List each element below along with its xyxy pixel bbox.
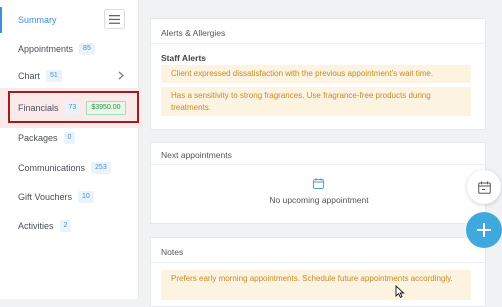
count-badge: 0 xyxy=(63,132,76,144)
sidebar-item-label: Gift Vouchers xyxy=(18,192,73,202)
alert-item: Has a sensitivity to strong fragrances. … xyxy=(161,87,471,116)
hamburger-icon xyxy=(109,14,120,24)
next-appointments-card: Next appointments No upcoming appointmen… xyxy=(150,142,486,224)
calendar-icon xyxy=(477,181,491,194)
calendar-icon xyxy=(313,178,324,189)
count-badge: 51 xyxy=(46,70,62,82)
sidebar-item-activities[interactable]: Activities 2 xyxy=(0,213,138,239)
plus-icon xyxy=(477,223,491,237)
divider xyxy=(151,43,485,44)
selection-outline xyxy=(8,91,139,123)
sidebar-item-label: Activities xyxy=(18,221,54,231)
sidebar-item-label: Communications xyxy=(18,163,86,173)
count-badge: 10 xyxy=(78,191,94,203)
alert-item: Client expressed dissatisfaction with th… xyxy=(161,65,471,83)
sidebar-item-label: Appointments xyxy=(18,44,74,54)
sidebar-item-appointments[interactable]: Appointments 85 xyxy=(0,36,138,62)
calendar-action-button[interactable] xyxy=(467,170,501,204)
sidebar-item-gift-vouchers[interactable]: Gift Vouchers 10 xyxy=(0,184,138,210)
notes-card: Notes Prefers early morning appointments… xyxy=(150,237,486,307)
mouse-cursor-icon xyxy=(395,285,405,298)
count-badge: 2 xyxy=(59,220,72,232)
sidebar-item-label: Chart xyxy=(18,71,41,81)
sidebar-item-packages[interactable]: Packages 0 xyxy=(0,125,138,151)
card-title: Notes xyxy=(161,247,184,257)
sidebar-item-label: Packages xyxy=(18,133,58,143)
card-title: Alerts & Allergies xyxy=(161,28,226,38)
sidebar-item-communications[interactable]: Communications 253 xyxy=(0,155,138,181)
divider xyxy=(151,164,485,165)
add-button[interactable] xyxy=(466,212,502,248)
chevron-right-icon xyxy=(118,71,124,80)
empty-state-text: No upcoming appointment xyxy=(269,195,369,205)
count-badge: 253 xyxy=(91,162,111,174)
menu-toggle-button[interactable] xyxy=(104,9,125,29)
count-badge: 85 xyxy=(79,43,95,55)
note-item: Prefers early morning appointments. Sche… xyxy=(161,270,471,300)
sidebar-item-label: Summary xyxy=(18,15,57,25)
alerts-card: Alerts & Allergies Staff Alerts Client e… xyxy=(150,18,486,130)
staff-alerts-heading: Staff Alerts xyxy=(161,53,207,63)
sidebar-item-chart[interactable]: Chart 51 xyxy=(0,63,138,89)
card-title: Next appointments xyxy=(161,150,232,160)
divider xyxy=(151,262,485,263)
